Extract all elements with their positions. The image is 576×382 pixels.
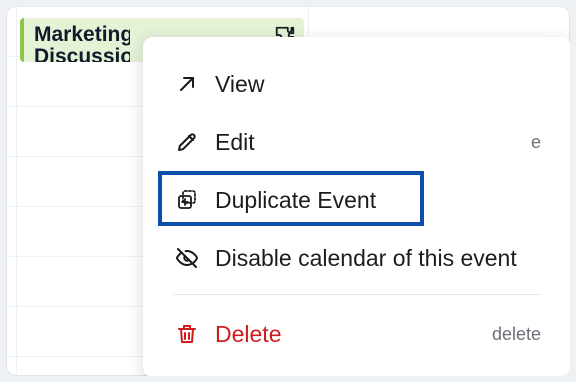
trash-icon — [175, 322, 199, 346]
delete-shortcut: delete — [491, 324, 541, 344]
disable-calendar-menu-item[interactable]: Disable calendar of this event — [143, 235, 570, 281]
edit-shortcut: e — [530, 132, 541, 152]
calendar-view: Marketing Discussion View — [6, 6, 570, 376]
duplicate-event-menu-item[interactable]: Duplicate Event — [143, 177, 570, 223]
delete-menu-item[interactable]: Delete delete — [143, 311, 570, 357]
disable-calendar-label: Disable calendar of this event — [215, 244, 517, 271]
edit-menu-item[interactable]: Edit e — [143, 119, 570, 165]
duplicate-icon — [175, 188, 199, 212]
view-label: View — [215, 70, 265, 97]
event-context-menu: View Edit e Duplicate Event Disable cale… — [143, 37, 570, 376]
pencil-icon — [175, 130, 199, 154]
view-menu-item[interactable]: View — [143, 61, 570, 107]
eye-off-icon — [175, 246, 199, 270]
duplicate-event-label: Duplicate Event — [215, 186, 377, 213]
menu-divider — [173, 294, 541, 295]
arrow-up-right-icon — [175, 72, 199, 96]
delete-label: Delete — [215, 320, 282, 347]
edit-label: Edit — [215, 128, 255, 155]
event-title: Marketing Discussion — [34, 24, 130, 62]
